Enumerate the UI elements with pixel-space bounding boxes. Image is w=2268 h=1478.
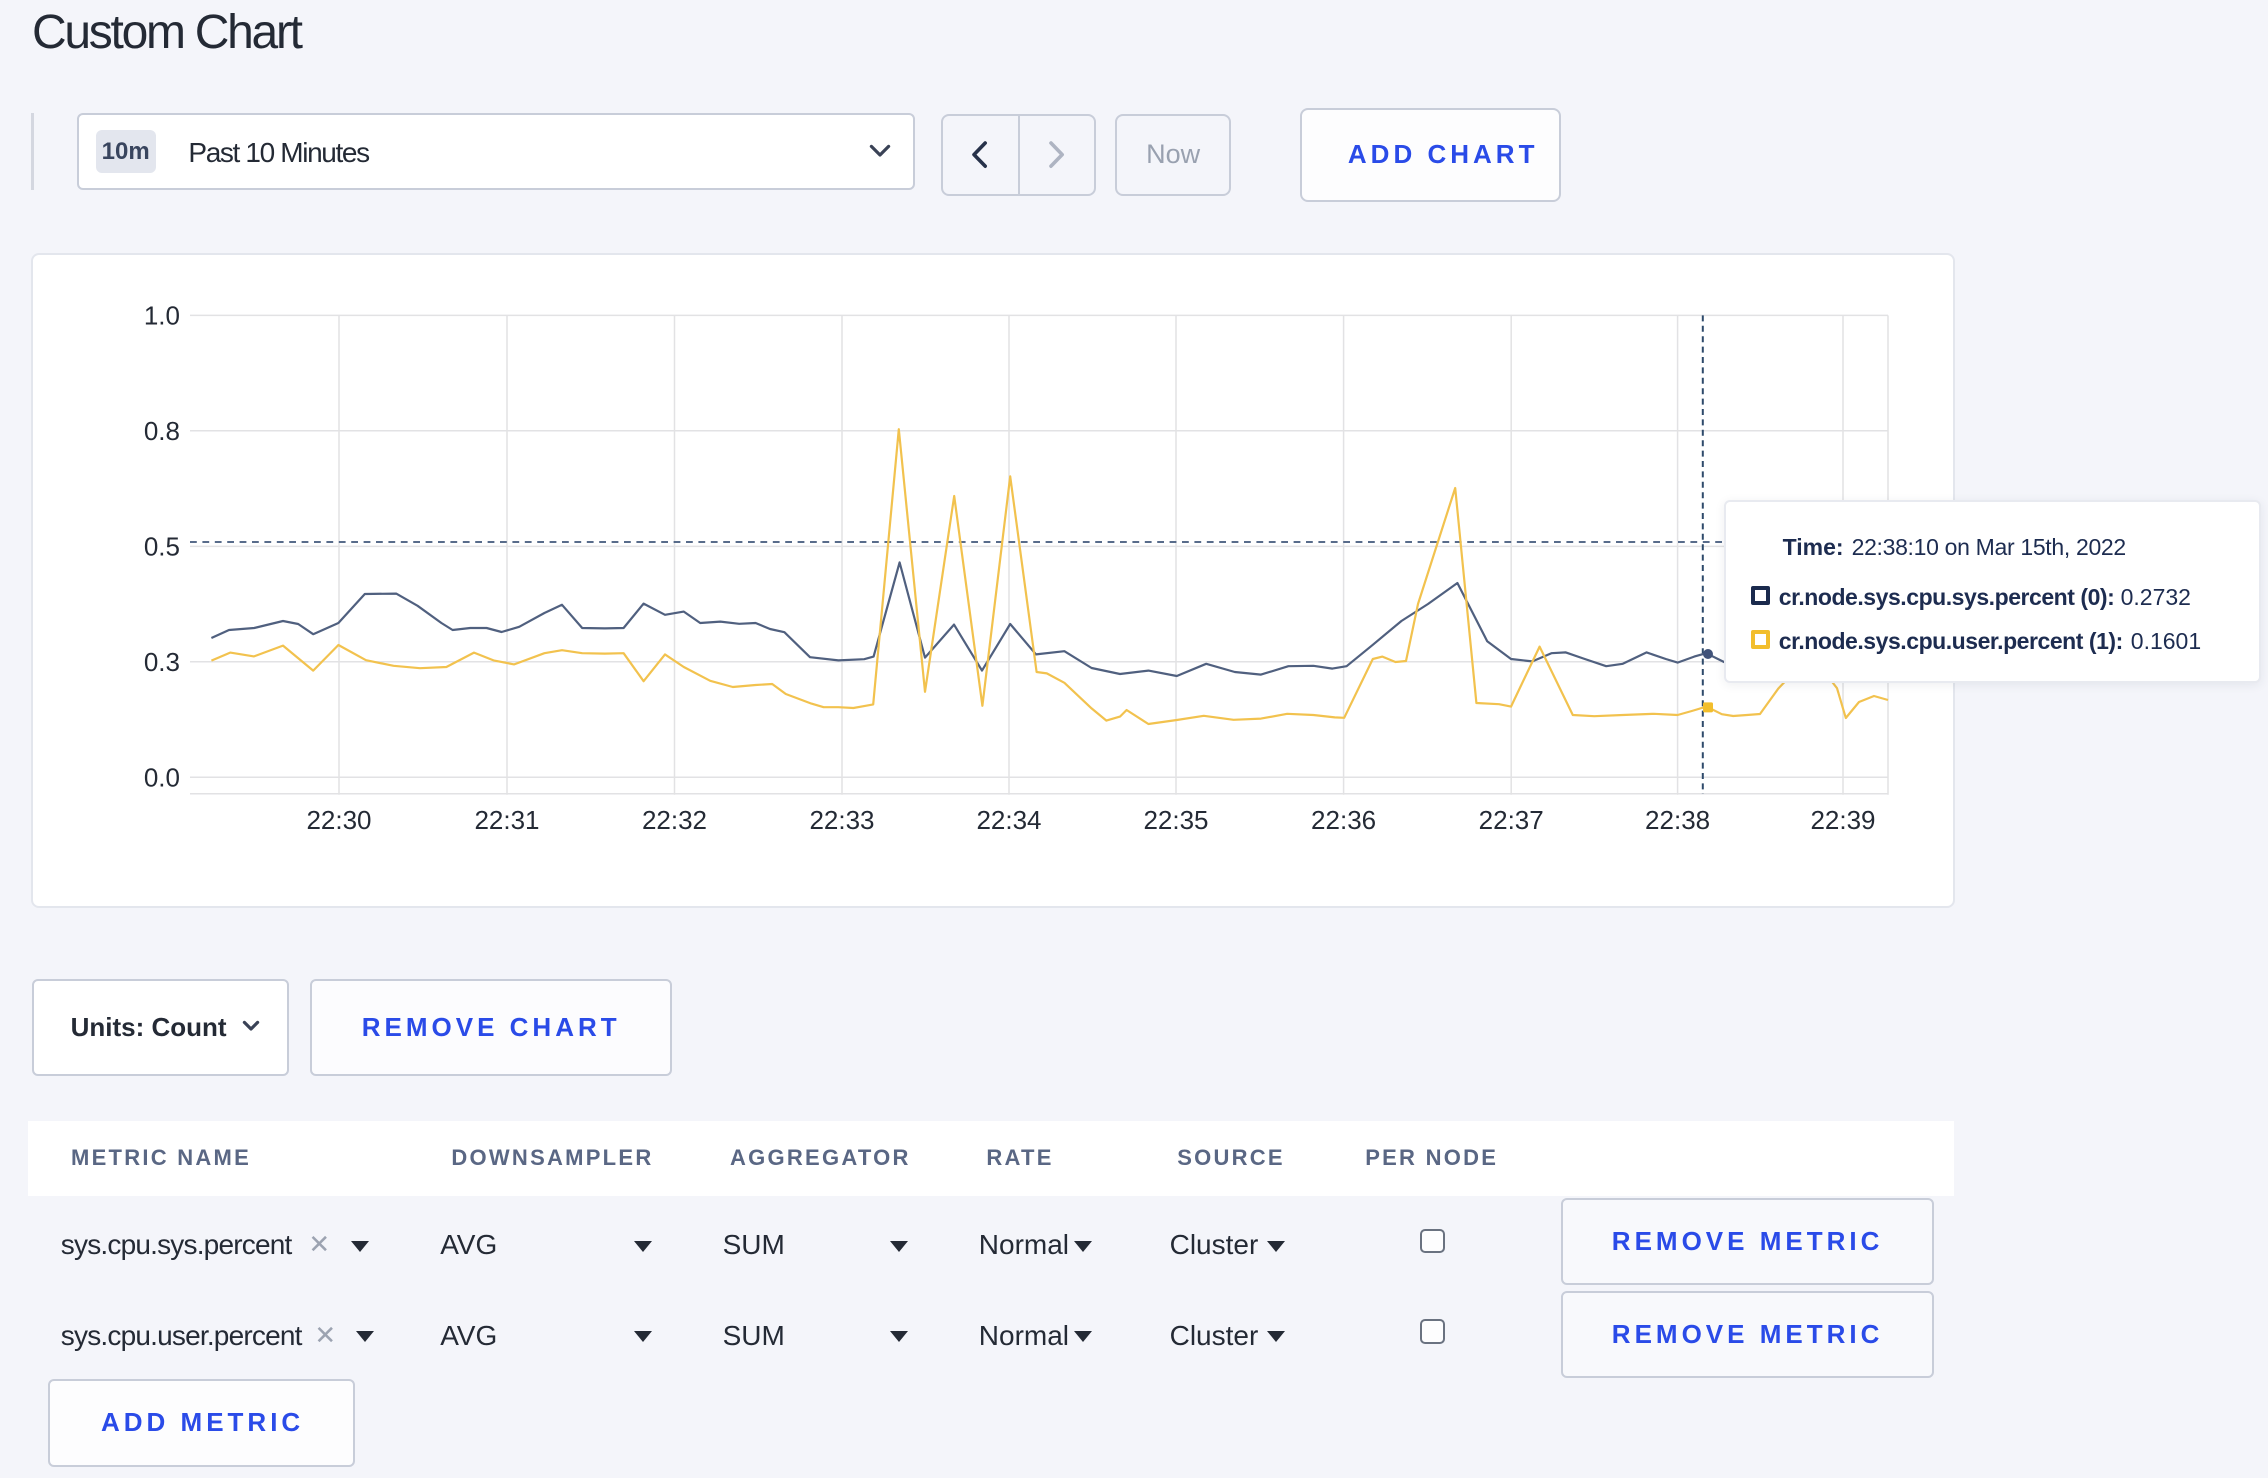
svg-text:0.5: 0.5 [144,532,180,562]
svg-text:22:35: 22:35 [1143,805,1208,835]
svg-text:22:39: 22:39 [1810,805,1875,835]
svg-text:22:33: 22:33 [809,805,874,835]
svg-text:0.3: 0.3 [144,647,180,677]
svg-text:22:34: 22:34 [976,805,1041,835]
svg-text:22:38: 22:38 [1645,805,1710,835]
svg-text:0.0: 0.0 [144,762,180,792]
svg-text:22:30: 22:30 [306,805,371,835]
svg-text:22:36: 22:36 [1311,805,1376,835]
svg-text:22:37: 22:37 [1479,805,1544,835]
svg-text:22:31: 22:31 [474,805,539,835]
svg-text:1.0: 1.0 [144,301,180,331]
svg-text:22:32: 22:32 [642,805,707,835]
svg-text:0.8: 0.8 [144,416,180,446]
